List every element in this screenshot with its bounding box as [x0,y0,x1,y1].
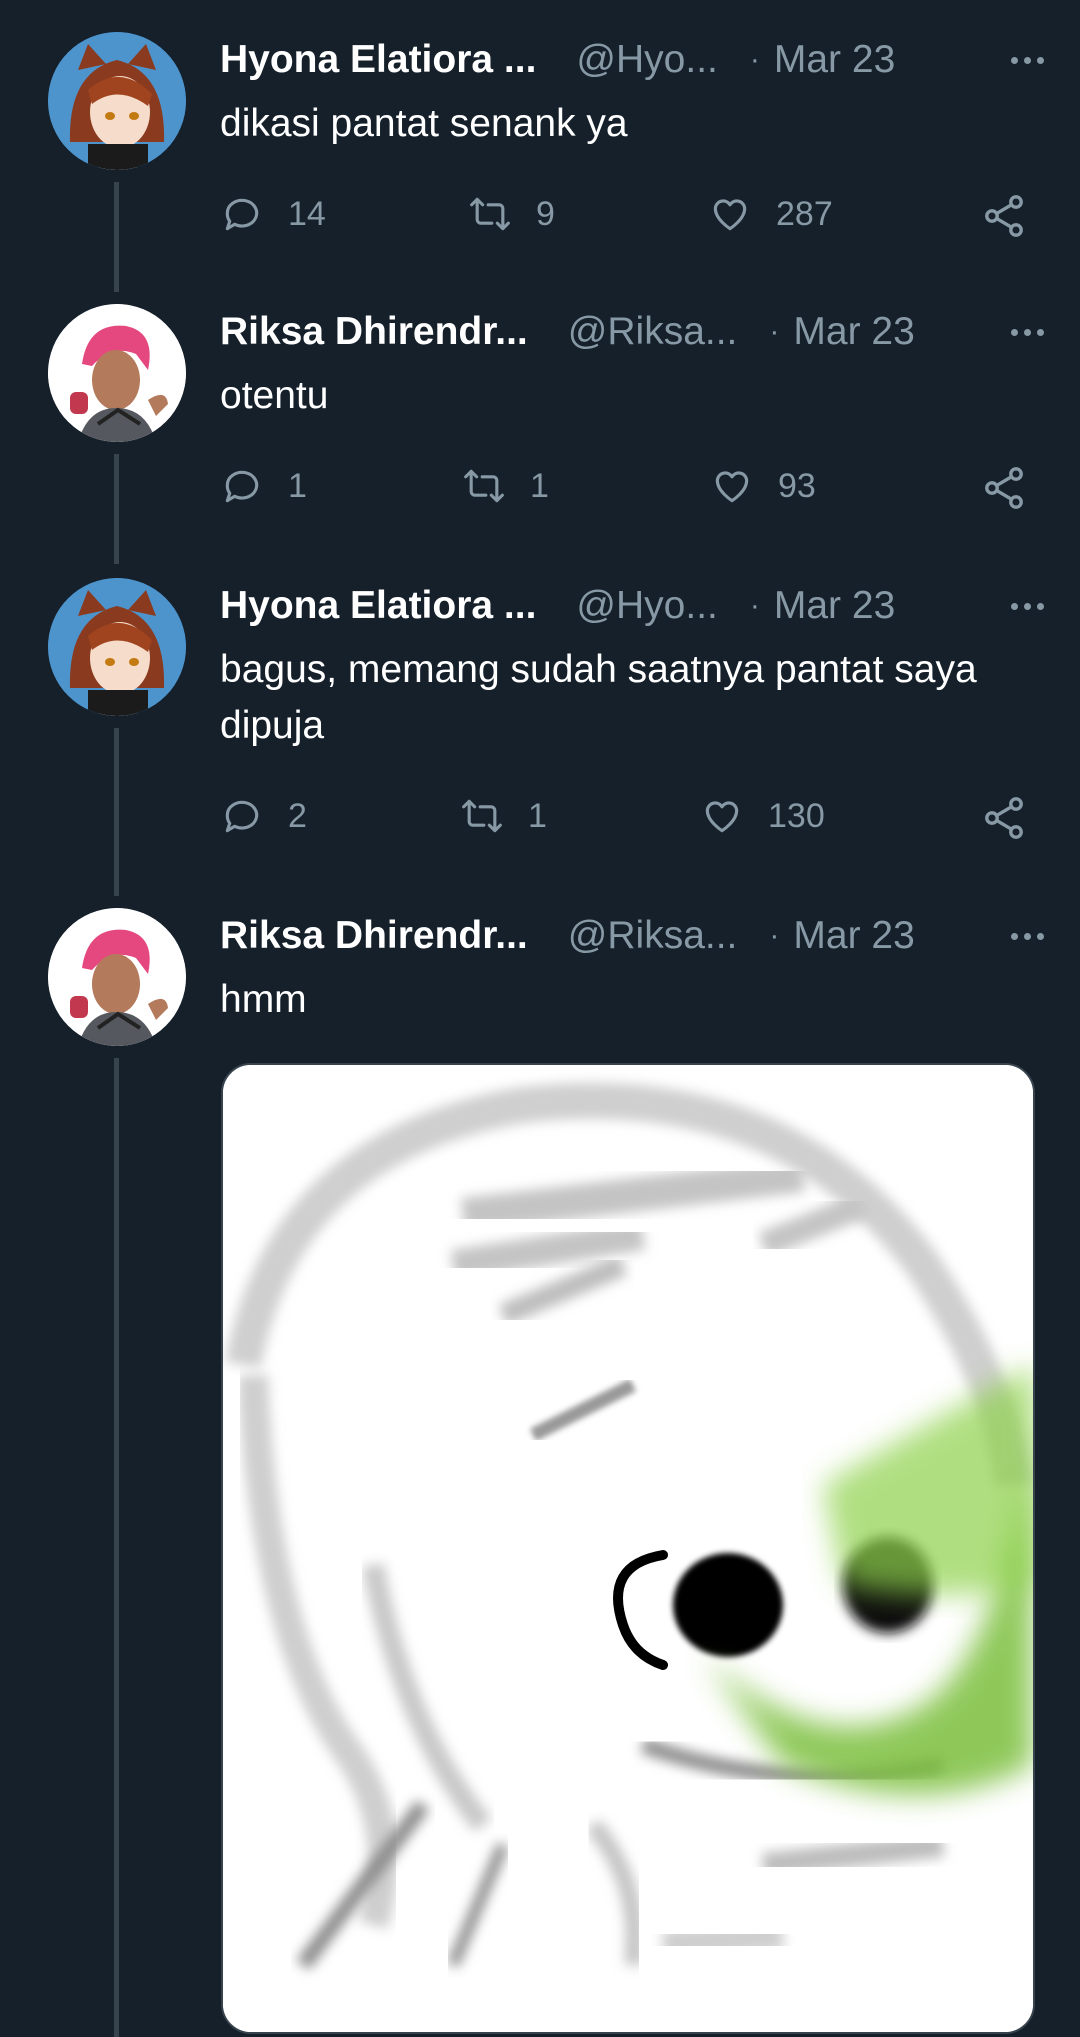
timestamp[interactable]: Mar 23 [793,914,914,958]
user-handle[interactable]: @Riksa... [568,914,738,958]
heart-icon [715,471,749,503]
avatar[interactable] [48,32,186,170]
reply-count: 14 [288,194,326,233]
tweet-2[interactable]: Riksa Dhirendr... @Riksa... · Mar 23 ote… [0,272,1080,564]
more-icon[interactable] [1002,578,1052,634]
thread-line [114,1058,119,2037]
tweet-header: Riksa Dhirendr... @Riksa... · Mar 23 [220,304,1052,360]
share-icon[interactable] [980,794,1028,842]
timestamp[interactable]: Mar 23 [774,584,895,628]
tweet-text: dikasi pantat senank ya [220,102,628,145]
reply-count: 1 [288,466,307,505]
avatar[interactable] [48,578,186,716]
user-handle[interactable]: @Riksa... [568,310,738,354]
display-name[interactable]: Riksa Dhirendr... [220,310,528,354]
avatar[interactable] [48,304,186,442]
retweet-count: 9 [536,194,555,233]
retweet-icon [464,469,504,503]
avatar[interactable] [48,908,186,1046]
retweet-icon [470,197,510,231]
avatar-image [48,32,186,170]
tweet-text: bagus, memang sudah saatnya pantat saya … [220,648,977,747]
tweet-header: Riksa Dhirendr... @Riksa... · Mar 23 [220,908,1052,964]
retweet-icon [462,799,502,833]
like-count: 93 [778,466,816,505]
retweet-button[interactable]: 1 [462,456,549,516]
thread-line [114,728,119,896]
tweet-header: Hyona Elatiora ... @Hyo... · Mar 23 [220,32,1052,88]
tweet-actions: 1 1 93 [220,456,1080,516]
like-button[interactable]: 93 [710,456,816,516]
display-name[interactable]: Hyona Elatiora ... [220,38,536,82]
timestamp[interactable]: Mar 23 [774,38,895,82]
tweet-media-image[interactable] [221,1063,1035,2034]
avatar-image [48,908,186,1046]
retweet-count: 1 [528,796,547,835]
user-handle[interactable]: @Hyo... [576,38,717,82]
more-icon[interactable] [1002,304,1052,360]
like-count: 130 [768,796,825,835]
tweet-text: otentu [220,374,329,417]
separator-dot: · [749,43,760,76]
tweet-actions: 2 1 130 [220,786,1080,846]
reply-icon [225,198,259,231]
reply-icon [225,470,259,503]
tweet-1[interactable]: Hyona Elatiora ... @Hyo... · Mar 23 dika… [0,0,1080,292]
tweet-text: hmm [220,978,307,1021]
reply-button[interactable]: 1 [220,456,307,516]
separator-dot: · [769,919,780,952]
retweet-button[interactable]: 1 [460,786,547,846]
heart-icon [705,801,739,833]
reply-icon [225,800,259,833]
reply-button[interactable]: 14 [220,184,326,244]
separator-dot: · [769,315,780,348]
retweet-button[interactable]: 9 [468,184,555,244]
like-button[interactable]: 130 [700,786,825,846]
more-icon[interactable] [1002,32,1052,88]
tweet-header: Hyona Elatiora ... @Hyo... · Mar 23 [220,578,1052,634]
user-handle[interactable]: @Hyo... [576,584,717,628]
meme-face-image [223,1065,1033,2032]
like-button[interactable]: 287 [708,184,833,244]
tweet-actions: 14 9 287 [220,184,1080,244]
share-icon[interactable] [980,464,1028,512]
separator-dot: · [749,589,760,622]
more-icon[interactable] [1002,908,1052,964]
display-name[interactable]: Riksa Dhirendr... [220,914,528,958]
tweet-3[interactable]: Hyona Elatiora ... @Hyo... · Mar 23 bagu… [0,546,1080,896]
display-name[interactable]: Hyona Elatiora ... [220,584,536,628]
reply-count: 2 [288,796,307,835]
avatar-image [48,578,186,716]
avatar-image [48,304,186,442]
retweet-count: 1 [530,466,549,505]
share-icon[interactable] [980,192,1028,240]
reply-button[interactable]: 2 [220,786,307,846]
timestamp[interactable]: Mar 23 [793,310,914,354]
heart-icon [713,199,747,231]
like-count: 287 [776,194,833,233]
